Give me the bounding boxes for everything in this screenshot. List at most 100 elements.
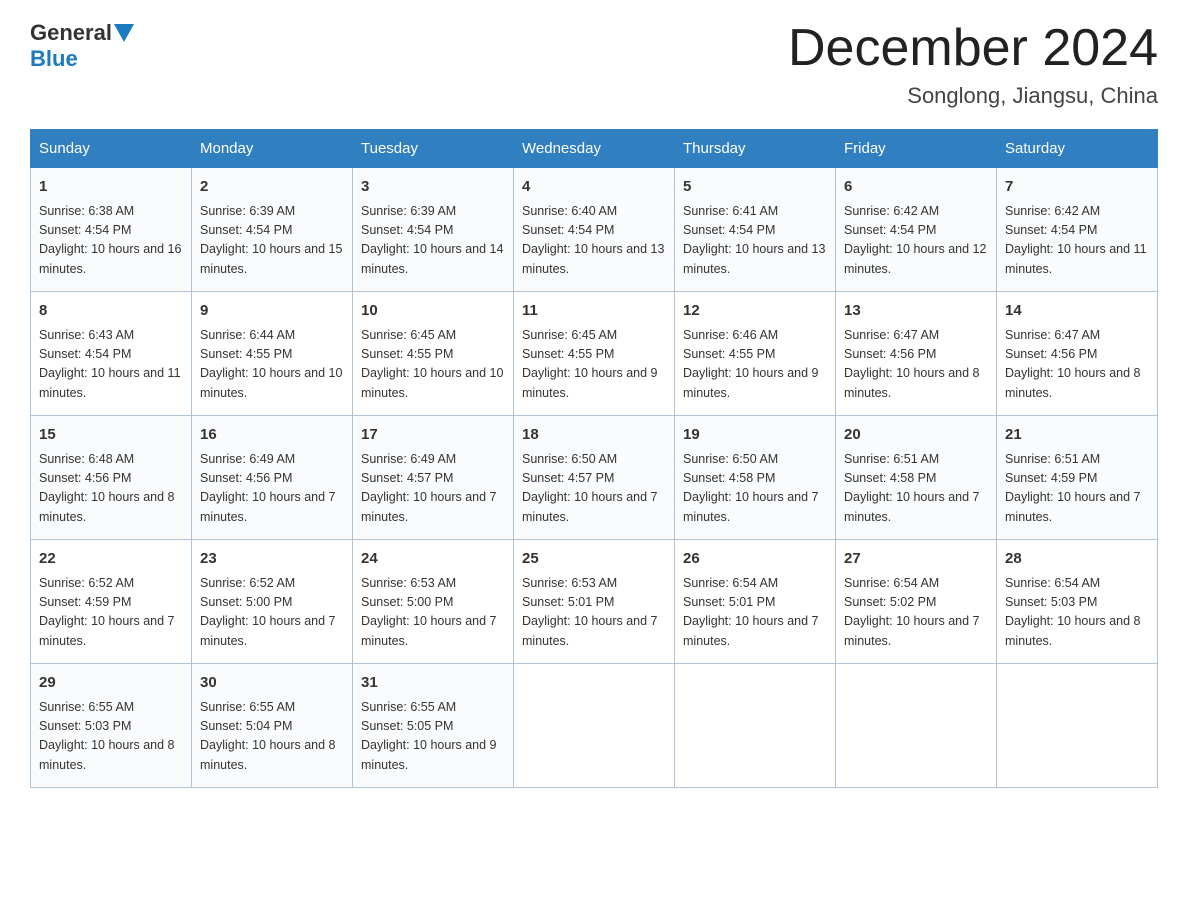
day-number: 18 [522,424,666,447]
calendar-cell: 16Sunrise: 6:49 AMSunset: 4:56 PMDayligh… [192,416,353,540]
day-number: 11 [522,300,666,323]
week-row-4: 22Sunrise: 6:52 AMSunset: 4:59 PMDayligh… [31,540,1158,664]
day-info: Sunrise: 6:52 AMSunset: 5:00 PMDaylight:… [200,576,336,648]
calendar-cell [997,664,1158,788]
logo-blue-text: Blue [30,46,78,72]
day-info: Sunrise: 6:50 AMSunset: 4:58 PMDaylight:… [683,452,819,524]
header-day-thursday: Thursday [675,130,836,168]
day-info: Sunrise: 6:51 AMSunset: 4:58 PMDaylight:… [844,452,980,524]
calendar-cell: 29 Sunrise: 6:55 AMSunset: 5:03 PMDayligh… [31,664,192,788]
day-info: Sunrise: 6:44 AMSunset: 4:55 PMDaylight:… [200,328,342,400]
calendar-cell: 3Sunrise: 6:39 AMSunset: 4:54 PMDaylight… [353,168,514,292]
calendar-cell: 8 Sunrise: 6:43 AMSunset: 4:54 PMDaylight… [31,292,192,416]
calendar-cell: 24 Sunrise: 6:53 AMSunset: 5:00 PMDayligh… [353,540,514,664]
calendar-cell: 18 Sunrise: 6:50 AMSunset: 4:57 PMDayligh… [514,416,675,540]
day-number: 6 [844,176,988,199]
day-number: 5 [683,176,827,199]
calendar-cell [675,664,836,788]
calendar-cell: 1 Sunrise: 6:38 AMSunset: 4:54 PMDaylight… [31,168,192,292]
day-info: Sunrise: 6:46 AMSunset: 4:55 PMDaylight:… [683,328,819,400]
day-info: Sunrise: 6:49 AMSunset: 4:56 PMDaylight:… [200,452,336,524]
day-number: 28 [1005,548,1149,571]
calendar-cell: 19Sunrise: 6:50 AMSunset: 4:58 PMDayligh… [675,416,836,540]
day-info: Sunrise: 6:41 AMSunset: 4:54 PMDaylight:… [683,204,825,276]
day-number: 7 [1005,176,1149,199]
calendar-cell: 30 Sunrise: 6:55 AMSunset: 5:04 PMDayligh… [192,664,353,788]
calendar-cell: 11 Sunrise: 6:45 AMSunset: 4:55 PMDayligh… [514,292,675,416]
calendar-cell: 12 Sunrise: 6:46 AMSunset: 4:55 PMDayligh… [675,292,836,416]
location: Songlong, Jiangsu, China [788,83,1158,109]
month-title: December 2024 [788,20,1158,77]
day-number: 21 [1005,424,1149,447]
calendar-cell: 13Sunrise: 6:47 AMSunset: 4:56 PMDayligh… [836,292,997,416]
calendar-cell: 2Sunrise: 6:39 AMSunset: 4:54 PMDaylight… [192,168,353,292]
day-number: 14 [1005,300,1149,323]
day-info: Sunrise: 6:39 AMSunset: 4:54 PMDaylight:… [200,204,342,276]
calendar-cell: 27Sunrise: 6:54 AMSunset: 5:02 PMDayligh… [836,540,997,664]
day-info: Sunrise: 6:51 AMSunset: 4:59 PMDaylight:… [1005,452,1141,524]
day-info: Sunrise: 6:55 AMSunset: 5:04 PMDaylight:… [200,700,336,772]
day-number: 24 [361,548,505,571]
day-info: Sunrise: 6:45 AMSunset: 4:55 PMDaylight:… [361,328,503,400]
calendar-body: 1 Sunrise: 6:38 AMSunset: 4:54 PMDaylight… [31,168,1158,788]
week-row-3: 15 Sunrise: 6:48 AMSunset: 4:56 PMDayligh… [31,416,1158,540]
day-info: Sunrise: 6:53 AMSunset: 5:01 PMDaylight:… [522,576,658,648]
week-row-5: 29 Sunrise: 6:55 AMSunset: 5:03 PMDayligh… [31,664,1158,788]
day-number: 30 [200,672,344,695]
calendar-cell: 10 Sunrise: 6:45 AMSunset: 4:55 PMDayligh… [353,292,514,416]
day-info: Sunrise: 6:40 AMSunset: 4:54 PMDaylight:… [522,204,664,276]
calendar-header: SundayMondayTuesdayWednesdayThursdayFrid… [31,130,1158,168]
day-number: 8 [39,300,183,323]
calendar-table: SundayMondayTuesdayWednesdayThursdayFrid… [30,129,1158,788]
calendar-cell: 4 Sunrise: 6:40 AMSunset: 4:54 PMDaylight… [514,168,675,292]
day-number: 1 [39,176,183,199]
day-info: Sunrise: 6:47 AMSunset: 4:56 PMDaylight:… [844,328,980,400]
day-info: Sunrise: 6:42 AMSunset: 4:54 PMDaylight:… [844,204,986,276]
calendar-cell: 25 Sunrise: 6:53 AMSunset: 5:01 PMDayligh… [514,540,675,664]
week-row-1: 1 Sunrise: 6:38 AMSunset: 4:54 PMDaylight… [31,168,1158,292]
calendar-cell [836,664,997,788]
day-info: Sunrise: 6:54 AMSunset: 5:02 PMDaylight:… [844,576,980,648]
calendar-cell: 23 Sunrise: 6:52 AMSunset: 5:00 PMDayligh… [192,540,353,664]
calendar-cell: 15 Sunrise: 6:48 AMSunset: 4:56 PMDayligh… [31,416,192,540]
calendar-cell: 21 Sunrise: 6:51 AMSunset: 4:59 PMDayligh… [997,416,1158,540]
day-info: Sunrise: 6:50 AMSunset: 4:57 PMDaylight:… [522,452,658,524]
day-number: 12 [683,300,827,323]
day-number: 20 [844,424,988,447]
calendar-cell: 20 Sunrise: 6:51 AMSunset: 4:58 PMDayligh… [836,416,997,540]
day-number: 25 [522,548,666,571]
page-header: General Blue December 2024 Songlong, Jia… [30,20,1158,109]
logo: General Blue [30,20,136,72]
header-day-tuesday: Tuesday [353,130,514,168]
calendar-cell: 14 Sunrise: 6:47 AMSunset: 4:56 PMDayligh… [997,292,1158,416]
day-info: Sunrise: 6:47 AMSunset: 4:56 PMDaylight:… [1005,328,1141,400]
header-day-wednesday: Wednesday [514,130,675,168]
calendar-cell: 22Sunrise: 6:52 AMSunset: 4:59 PMDayligh… [31,540,192,664]
day-number: 9 [200,300,344,323]
header-day-sunday: Sunday [31,130,192,168]
day-number: 4 [522,176,666,199]
day-info: Sunrise: 6:53 AMSunset: 5:00 PMDaylight:… [361,576,497,648]
day-info: Sunrise: 6:39 AMSunset: 4:54 PMDaylight:… [361,204,503,276]
calendar-cell: 31Sunrise: 6:55 AMSunset: 5:05 PMDayligh… [353,664,514,788]
day-number: 17 [361,424,505,447]
calendar-cell: 7Sunrise: 6:42 AMSunset: 4:54 PMDaylight… [997,168,1158,292]
calendar-cell: 28Sunrise: 6:54 AMSunset: 5:03 PMDayligh… [997,540,1158,664]
day-info: Sunrise: 6:55 AMSunset: 5:05 PMDaylight:… [361,700,497,772]
day-info: Sunrise: 6:43 AMSunset: 4:54 PMDaylight:… [39,328,181,400]
day-number: 29 [39,672,183,695]
week-row-2: 8 Sunrise: 6:43 AMSunset: 4:54 PMDaylight… [31,292,1158,416]
day-info: Sunrise: 6:55 AMSunset: 5:03 PMDaylight:… [39,700,175,772]
day-number: 15 [39,424,183,447]
day-info: Sunrise: 6:54 AMSunset: 5:01 PMDaylight:… [683,576,819,648]
day-number: 23 [200,548,344,571]
calendar-cell: 26 Sunrise: 6:54 AMSunset: 5:01 PMDayligh… [675,540,836,664]
day-number: 26 [683,548,827,571]
logo-triangle-icon [114,24,134,42]
day-info: Sunrise: 6:48 AMSunset: 4:56 PMDaylight:… [39,452,175,524]
calendar-cell: 6 Sunrise: 6:42 AMSunset: 4:54 PMDaylight… [836,168,997,292]
day-info: Sunrise: 6:52 AMSunset: 4:59 PMDaylight:… [39,576,175,648]
day-number: 10 [361,300,505,323]
day-info: Sunrise: 6:38 AMSunset: 4:54 PMDaylight:… [39,204,181,276]
day-info: Sunrise: 6:45 AMSunset: 4:55 PMDaylight:… [522,328,658,400]
